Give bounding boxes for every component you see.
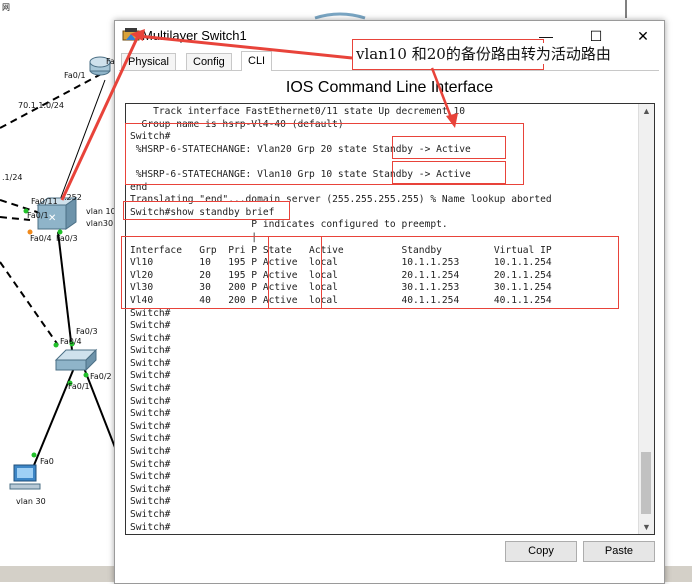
link-line xyxy=(0,216,31,221)
scrollbar-thumb[interactable] xyxy=(641,452,651,514)
link-line xyxy=(0,261,59,346)
port-label: Fa0/1 xyxy=(68,382,90,391)
annotation-text: vlan10 和20的备份路由转为活动路由 xyxy=(356,43,611,64)
port-label: Fa0/4 xyxy=(60,337,82,346)
cli-line: Switch# xyxy=(130,383,171,395)
link-line xyxy=(0,71,106,129)
tab-physical[interactable]: Physical xyxy=(121,53,176,70)
cli-line: Switch# xyxy=(130,345,171,357)
svg-text:✕: ✕ xyxy=(48,213,56,224)
link-line xyxy=(59,79,106,201)
link-status-dot xyxy=(53,342,59,348)
pc-label: vlan 30 xyxy=(16,497,46,506)
port-label: Fa0/1 xyxy=(64,71,86,80)
port-label: Fa0/2 xyxy=(90,372,112,381)
ip-label: .252 xyxy=(64,193,82,202)
cli-line: Switch# xyxy=(130,420,171,432)
close-button[interactable]: ✕ xyxy=(628,25,658,47)
highlight-box-state-column xyxy=(268,236,322,309)
paste-button[interactable]: Paste xyxy=(583,541,655,562)
cli-line: Switch# xyxy=(130,408,171,420)
scroll-up-icon[interactable]: ▲ xyxy=(639,104,654,118)
link-status-dot xyxy=(31,452,37,458)
highlight-box-standby-table xyxy=(121,236,619,309)
panel-title: IOS Command Line Interface xyxy=(285,79,494,96)
port-label: Fa0/3 xyxy=(76,327,98,336)
cli-line: Switch# xyxy=(130,357,171,369)
network-label: .1/24 xyxy=(2,173,23,182)
link-status-dot xyxy=(83,372,89,378)
highlight-box-command xyxy=(123,201,290,220)
cli-line: Switch# xyxy=(130,446,171,458)
cli-scrollbar[interactable]: ▲ ▼ xyxy=(638,104,654,534)
cli-line: Switch# xyxy=(130,395,171,407)
vlan-label: vlan30 xyxy=(86,219,114,228)
window-title: Multilayer Switch1 xyxy=(142,28,247,43)
cli-line: P indicates configured to preempt. xyxy=(130,219,448,231)
link-line xyxy=(57,231,73,351)
tab-cli[interactable]: CLI xyxy=(241,51,273,71)
cli-line: Switch# xyxy=(130,509,171,520)
highlight-box-vlan10-active xyxy=(392,161,506,184)
topology-label: 网 xyxy=(2,3,10,12)
cli-line: Switch# xyxy=(130,458,171,470)
cli-line: Track interface FastEthernet0/11 state U… xyxy=(130,106,466,117)
cli-line: Switch# xyxy=(130,496,171,508)
copy-button[interactable]: Copy xyxy=(505,541,577,562)
cli-line: Switch# xyxy=(130,483,171,495)
cli-line: Switch# xyxy=(130,433,171,445)
port-label: Fa0 xyxy=(40,457,54,466)
pc-icon xyxy=(9,464,41,490)
port-label: Fa0/1 xyxy=(27,211,49,220)
port-label: Fa0/11 xyxy=(31,197,58,206)
switch-icon xyxy=(54,348,98,372)
cli-line: Switch# xyxy=(130,521,171,533)
cli-line: Switch# xyxy=(130,332,171,344)
cli-line: Switch# xyxy=(130,370,171,382)
tab-config[interactable]: Config xyxy=(186,53,232,70)
vlan-label: vlan 10 xyxy=(86,207,116,216)
port-label: Fa0/3 xyxy=(56,234,78,243)
cli-line: Switch# xyxy=(130,471,171,483)
scroll-down-icon[interactable]: ▼ xyxy=(639,520,654,534)
highlight-box-vlan20-active xyxy=(392,136,506,159)
port-label: Fa0/4 xyxy=(30,234,52,243)
cli-line: Switch# xyxy=(130,307,171,319)
multilayer-switch-app-icon xyxy=(122,28,140,41)
cli-line: Switch# xyxy=(130,320,171,332)
network-label: 70.1.1.0/24 xyxy=(18,101,64,110)
